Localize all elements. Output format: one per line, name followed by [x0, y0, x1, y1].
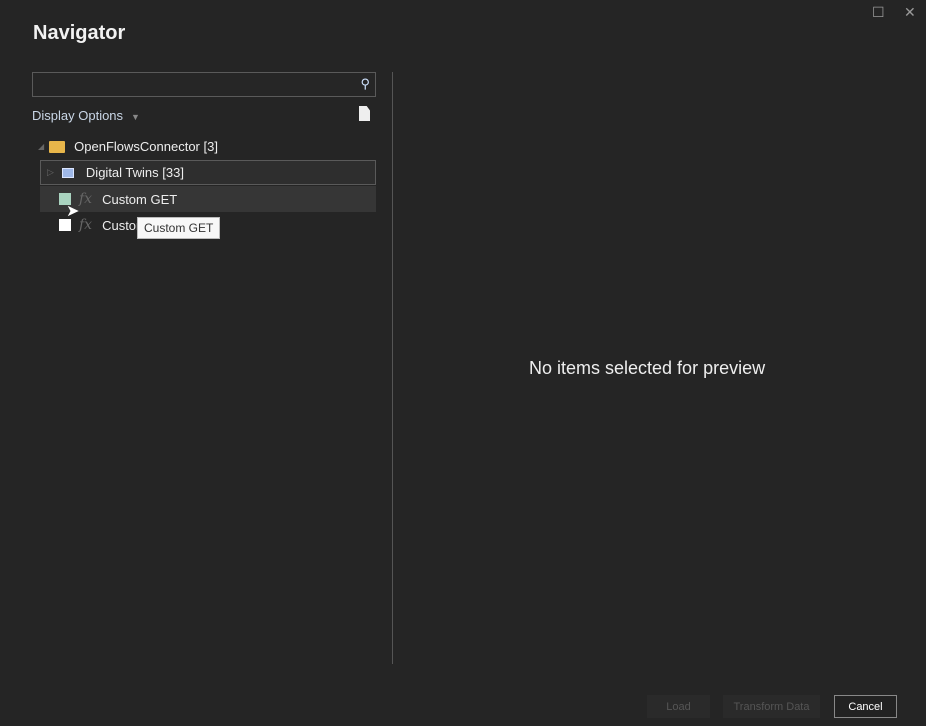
- table-icon: [61, 167, 74, 178]
- collapse-icon[interactable]: ◢: [38, 142, 44, 151]
- tree-item-custom-get[interactable]: fx Custom GET: [40, 186, 376, 212]
- function-icon: fx: [79, 217, 93, 233]
- load-button[interactable]: Load: [647, 695, 710, 718]
- transform-data-button[interactable]: Transform Data: [723, 695, 820, 718]
- close-button[interactable]: ✕: [904, 4, 916, 21]
- function-icon: fx: [79, 191, 93, 207]
- search-input[interactable]: ⚲: [32, 72, 376, 97]
- mouse-cursor-icon: ➤: [66, 203, 80, 220]
- tree-item-label: Digital Twins [33]: [85, 165, 184, 180]
- folder-icon: [49, 140, 66, 153]
- pane-divider[interactable]: [392, 72, 393, 664]
- tree-item-digital-twins[interactable]: ▷ Digital Twins [33]: [40, 160, 376, 185]
- display-options-label: Display Options: [32, 108, 124, 123]
- expand-icon[interactable]: ▷: [47, 167, 54, 178]
- tree-root[interactable]: ◢ OpenFlowsConnector [3]: [38, 139, 218, 154]
- chevron-down-icon: ▼: [131, 112, 140, 122]
- page-title: Navigator: [33, 22, 126, 44]
- display-options-dropdown[interactable]: Display Options ▼: [32, 108, 140, 123]
- preview-empty-text: No items selected for preview: [529, 358, 766, 378]
- tree-item-label: Custom GET: [102, 191, 178, 207]
- maximize-button[interactable]: ☐: [872, 4, 885, 21]
- cancel-button[interactable]: Cancel: [834, 695, 897, 718]
- refresh-icon[interactable]: [359, 106, 370, 121]
- tooltip: Custom GET: [137, 217, 221, 239]
- tree-root-label: OpenFlowsConnector [3]: [74, 139, 218, 154]
- search-icon[interactable]: ⚲: [360, 76, 370, 92]
